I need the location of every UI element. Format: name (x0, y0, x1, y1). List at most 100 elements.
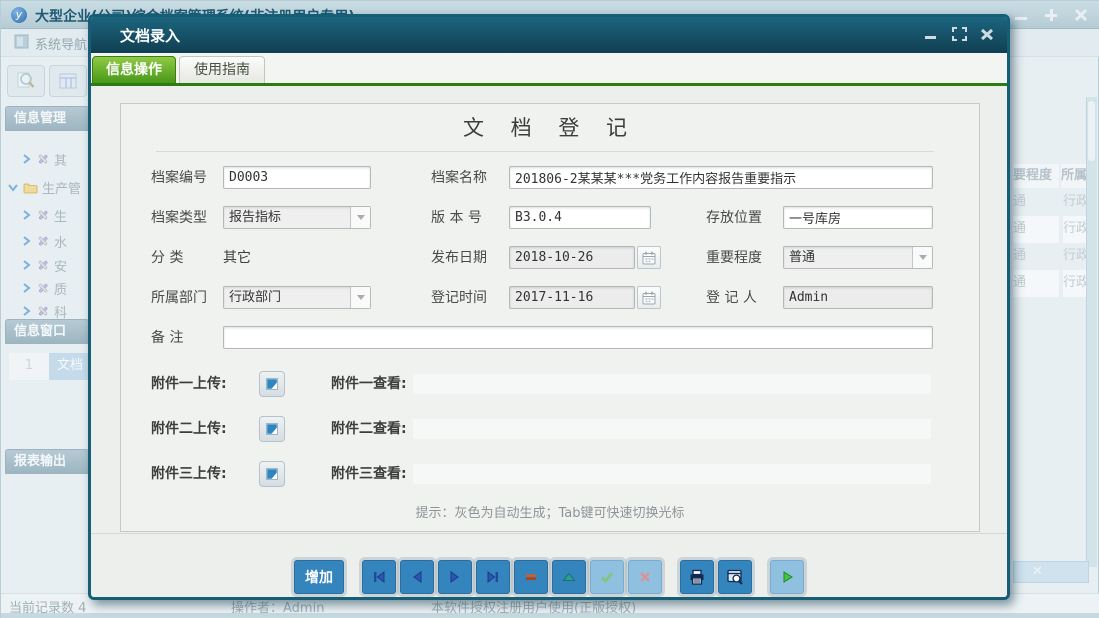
department-select[interactable]: 行政部门 (223, 286, 371, 309)
tree-item-label: 其 (54, 150, 67, 169)
dialog-close-icon[interactable] (979, 27, 995, 41)
table-grid-icon (58, 72, 78, 90)
attachment2-view-label: 附件二查看: (331, 416, 407, 442)
tree-item[interactable]: 生 (21, 205, 67, 225)
version-input[interactable] (509, 206, 651, 229)
attachment2-upload-label: 附件二上传: (151, 416, 227, 442)
tool-icon (36, 304, 50, 318)
registrant-input[interactable] (783, 286, 933, 309)
document-entry-dialog: 文档录入 信息操作 使用指南 文 档 登 记 (88, 14, 1010, 600)
last-record-button[interactable] (476, 560, 510, 594)
table-cell: 通 (1013, 189, 1059, 216)
title-divider (156, 151, 934, 152)
vertical-scrollbar[interactable] (1086, 97, 1097, 567)
tool-icon (36, 281, 50, 295)
archive-name-input[interactable] (509, 166, 933, 189)
first-record-icon (371, 569, 387, 585)
tool-icon (36, 152, 50, 166)
attachment1-view-label: 附件一查看: (331, 371, 407, 397)
window-close-icon[interactable] (1072, 7, 1090, 23)
location-input[interactable] (783, 206, 933, 229)
tree-item[interactable]: 其 (21, 149, 67, 169)
check-icon (599, 569, 615, 585)
attachment-upload-icon (264, 376, 280, 392)
tree-item[interactable]: 质 (21, 278, 67, 298)
attachment3-upload-button[interactable] (259, 461, 285, 487)
tool-icon (36, 234, 50, 248)
grid-tool-button[interactable] (49, 65, 87, 97)
sidebar-section-report-output[interactable]: 报表输出 (5, 449, 89, 474)
tree-item-label: 生 (54, 206, 67, 225)
document-register-panel: 文 档 登 记 档案编号 档案名称 档案类型 报告指标 版 本 号 存放位置 (120, 103, 980, 532)
registrant-label: 登 记 人 (706, 286, 757, 310)
tree-item-label: 生产管 (42, 178, 81, 197)
system-nav-icon (14, 34, 29, 49)
archive-type-label: 档案类型 (151, 206, 207, 230)
triangle-up-icon (561, 569, 577, 585)
publish-date-input[interactable] (509, 246, 635, 269)
cancel-button[interactable] (628, 560, 662, 594)
previous-record-button[interactable] (400, 560, 434, 594)
attachment1-upload-label: 附件一上传: (151, 371, 227, 397)
chevron-right-icon (21, 305, 32, 317)
search-tool-button[interactable] (7, 65, 45, 97)
sidebar-section-info-management[interactable]: 信息管理 (5, 106, 89, 131)
tab-info-operation[interactable]: 信息操作 (92, 56, 176, 84)
attachment2-upload-button[interactable] (259, 416, 285, 442)
sidebar-section-info-window[interactable]: 信息窗口 (5, 319, 89, 344)
remark-input[interactable] (223, 326, 933, 349)
tab-user-guide[interactable]: 使用指南 (179, 56, 265, 84)
register-time-input[interactable] (509, 286, 635, 309)
run-button[interactable] (770, 560, 804, 594)
dropdown-arrow-icon (912, 247, 932, 268)
tree-item-label: 水 (54, 232, 67, 251)
print-button[interactable] (680, 560, 714, 594)
dialog-title: 文档录入 (120, 25, 180, 46)
tree-item[interactable]: 生产管 (7, 177, 81, 197)
table-cell: 通 (1013, 216, 1059, 243)
open-window-index: 1 (9, 353, 49, 380)
archive-type-value: 报告指标 (224, 207, 350, 228)
delete-minus-icon (523, 569, 539, 585)
tree-item[interactable]: 安 (21, 255, 67, 275)
tree-item-label: 安 (54, 256, 67, 275)
delete-record-button[interactable] (514, 560, 548, 594)
archive-no-label: 档案编号 (151, 166, 207, 190)
publish-date-calendar-button[interactable] (637, 246, 661, 269)
next-record-button[interactable] (438, 560, 472, 594)
notification-bar[interactable]: ✕ (1013, 561, 1089, 583)
open-window-item[interactable]: 文档 (49, 353, 91, 380)
tree-item[interactable]: 水 (21, 231, 67, 251)
window-maximize-icon[interactable] (1042, 7, 1060, 23)
dialog-maximize-icon[interactable] (951, 27, 967, 41)
importance-value: 普通 (784, 247, 912, 268)
system-nav-label[interactable]: 系统导航 (35, 34, 87, 53)
attachment3-view-label: 附件三查看: (331, 461, 407, 487)
dialog-content: 文 档 登 记 档案编号 档案名称 档案类型 报告指标 版 本 号 存放位置 (91, 86, 1007, 597)
dialog-tabstrip: 信息操作 使用指南 (91, 53, 1007, 83)
attachment-upload-icon (264, 421, 280, 437)
form-title: 文 档 登 记 (121, 112, 979, 142)
move-up-button[interactable] (552, 560, 586, 594)
archive-no-input[interactable] (223, 166, 371, 189)
tree-item[interactable]: 科 (21, 301, 67, 321)
print-preview-icon (726, 568, 744, 586)
confirm-button[interactable] (590, 560, 624, 594)
tool-icon (36, 258, 50, 272)
attachment1-upload-button[interactable] (259, 371, 285, 397)
first-record-button[interactable] (362, 560, 396, 594)
attachment3-view-area (413, 464, 931, 484)
preview-button[interactable] (718, 560, 752, 594)
calendar-icon (641, 250, 657, 266)
archive-name-label: 档案名称 (431, 166, 487, 190)
next-record-icon (447, 569, 463, 585)
window-minimize-icon[interactable] (1012, 7, 1030, 23)
archive-type-select[interactable]: 报告指标 (223, 206, 371, 229)
tool-icon (36, 208, 50, 222)
scrollbar-thumb[interactable] (1088, 101, 1095, 161)
dialog-minimize-icon[interactable] (923, 27, 939, 41)
importance-select[interactable]: 普通 (783, 246, 933, 269)
calendar-icon (641, 290, 657, 306)
register-time-calendar-button[interactable] (637, 286, 661, 309)
add-button[interactable]: 增加 (294, 560, 344, 594)
